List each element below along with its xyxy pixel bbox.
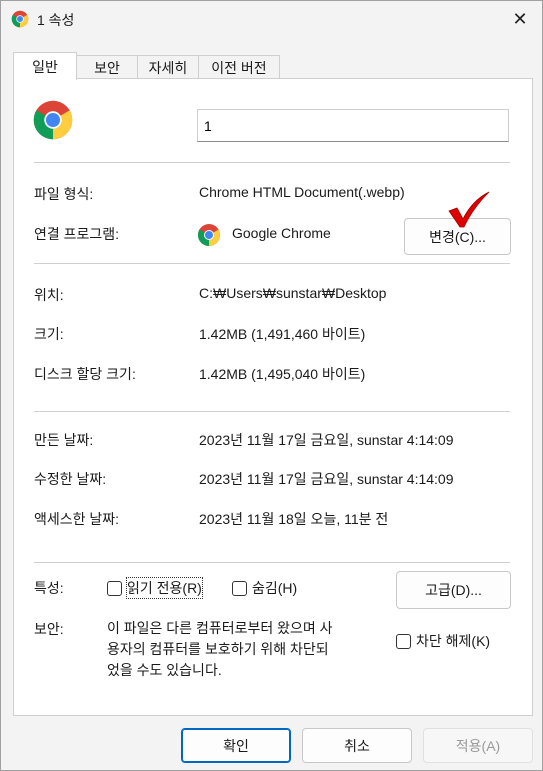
cancel-button[interactable]: 취소 xyxy=(302,728,412,763)
close-button[interactable]: ✕ xyxy=(498,1,542,37)
tab-general[interactable]: 일반 xyxy=(13,52,77,80)
read-only-label: 읽기 전용(R) xyxy=(126,577,203,599)
tab-security[interactable]: 보안 xyxy=(76,55,138,79)
separator xyxy=(34,162,510,163)
created-label: 만든 날짜: xyxy=(34,432,94,448)
size-on-disk-value: 1.42MB (1,495,040 바이트) xyxy=(199,366,366,382)
hidden-checkbox[interactable]: 숨김(H) xyxy=(232,578,297,598)
properties-dialog: 1 속성 ✕ 일반 보안 자세히 이전 버전 파일 형식: Chrome HTM… xyxy=(0,0,543,771)
attributes-label: 특성: xyxy=(34,580,64,596)
unblock-label: 차단 해제(K) xyxy=(416,633,491,649)
security-label: 보안: xyxy=(34,621,64,637)
checkbox-box[interactable] xyxy=(232,580,247,596)
created-value: 2023년 11월 17일 금요일, sunstar 4:14:09 xyxy=(199,432,454,448)
opens-with-label: 연결 프로그램: xyxy=(34,226,120,242)
unblock-checkbox[interactable]: 차단 해제(K) xyxy=(396,631,490,651)
chrome-icon xyxy=(11,10,29,28)
window-title: 1 속성 xyxy=(37,12,75,28)
modified-value: 2023년 11월 17일 금요일, sunstar 4:14:09 xyxy=(199,471,454,487)
separator xyxy=(34,263,510,264)
close-icon: ✕ xyxy=(512,8,528,29)
opens-with-value: Google Chrome xyxy=(232,225,331,241)
accessed-value: 2023년 11월 18일 오늘, 11분 전 xyxy=(199,511,389,527)
read-only-checkbox[interactable]: 읽기 전용(R) xyxy=(107,577,203,599)
separator xyxy=(34,411,510,412)
apply-button[interactable]: 적용(A) xyxy=(423,728,533,763)
modified-label: 수정한 날짜: xyxy=(34,471,107,487)
hidden-label: 숨김(H) xyxy=(252,580,298,596)
ok-button[interactable]: 확인 xyxy=(181,728,291,763)
separator xyxy=(34,562,510,563)
advanced-button[interactable]: 고급(D)... xyxy=(396,571,511,609)
security-warning-text: 이 파일은 다른 컴퓨터로부터 왔으며 사 용자의 컴퓨터를 보호하기 위해 차… xyxy=(107,620,333,678)
size-label: 크기: xyxy=(34,326,64,342)
chrome-file-icon xyxy=(33,100,73,140)
tab-previous-versions[interactable]: 이전 버전 xyxy=(198,55,280,79)
title-bar: 1 속성 ✕ xyxy=(1,1,542,37)
tab-details[interactable]: 자세히 xyxy=(137,55,199,79)
checkbox-box[interactable] xyxy=(107,580,122,596)
file-type-value: Chrome HTML Document(.webp) xyxy=(199,184,405,200)
size-value: 1.42MB (1,491,460 바이트) xyxy=(199,326,366,342)
location-label: 위치: xyxy=(34,287,64,303)
checkbox-box[interactable] xyxy=(396,633,411,649)
location-value: C:₩Users₩sunstar₩Desktop xyxy=(199,285,387,301)
red-checkmark-icon xyxy=(448,191,490,228)
chrome-app-icon xyxy=(198,224,220,246)
accessed-label: 액세스한 날짜: xyxy=(34,511,120,527)
size-on-disk-label: 디스크 할당 크기: xyxy=(34,366,136,382)
file-name-input[interactable] xyxy=(197,109,509,142)
file-type-label: 파일 형식: xyxy=(34,186,94,202)
